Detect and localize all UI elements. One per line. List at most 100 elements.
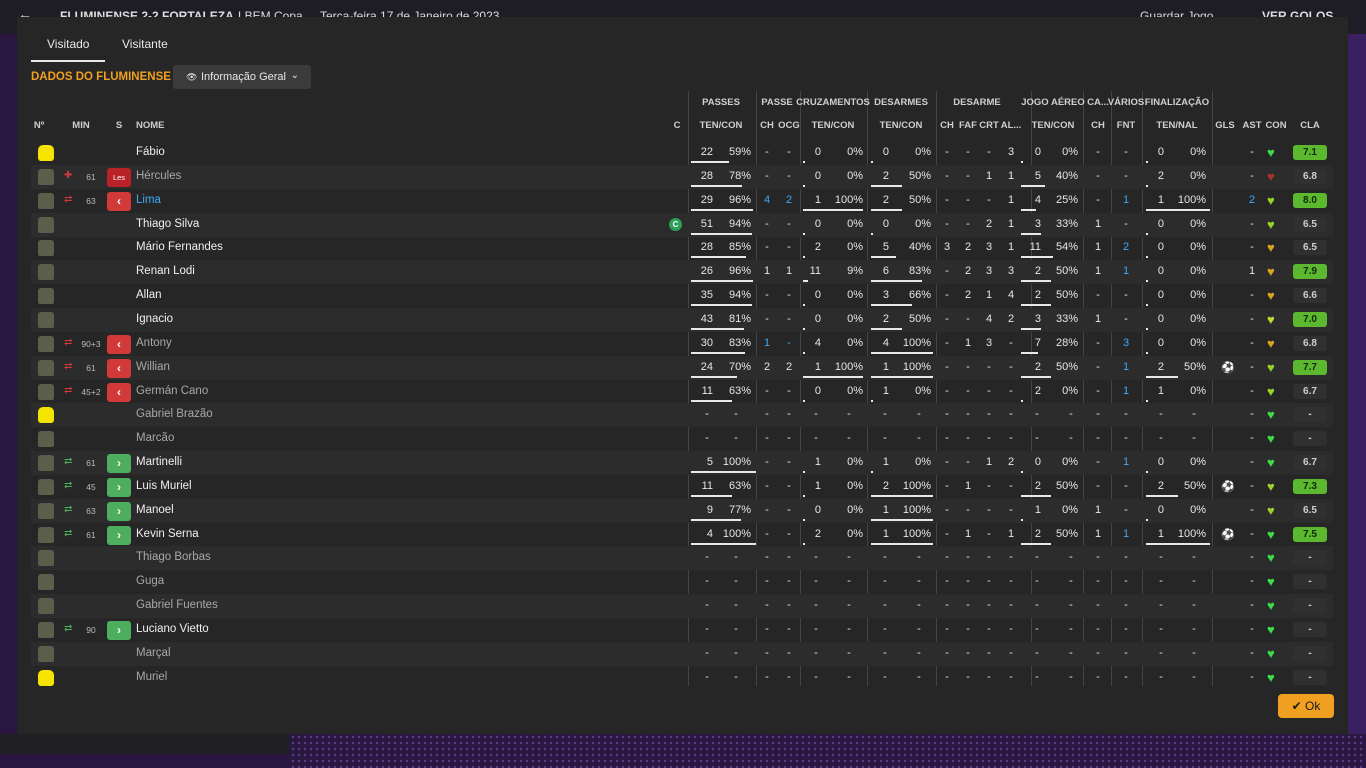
player-name[interactable]: Antony — [136, 337, 172, 349]
tab-away[interactable]: Visitante — [122, 37, 168, 51]
table-row[interactable]: ⇄ 63 ‹ Lima 29 96% 4 2 1 100% 2 50% - - - 1 4 25% - 1 1 100% 2… — [31, 189, 1333, 213]
passes-attempted: 9 — [706, 503, 713, 516]
col-passes-attempted-completed[interactable]: TEN/CON — [700, 120, 743, 131]
player-name[interactable]: Martinelli — [136, 456, 182, 468]
table-row[interactable]: ⇄ 45+2 ‹ Germán Cano 11 63% - -0 0% 1 0% - - - -2 0% -1 1… — [31, 380, 1333, 404]
table-row[interactable]: Muriel - - - - - - - - - - - - - - - - - - - - ♥ — [31, 666, 1333, 690]
aerial-attempted: 2 — [1034, 289, 1041, 302]
player-name[interactable]: Manoel — [136, 504, 174, 516]
shirt-icon — [38, 359, 54, 376]
player-name[interactable]: Luis Muriel — [136, 480, 192, 492]
player-name[interactable]: Hércules — [136, 170, 181, 182]
aerial-attempted: 2 — [1034, 265, 1041, 278]
empty-cell: - — [847, 432, 851, 445]
col-chances-created[interactable]: OCG — [778, 120, 800, 131]
dispossess-al: 1 — [1007, 169, 1015, 182]
player-name[interactable]: Luciano Vietto — [136, 623, 209, 635]
table-row[interactable]: Gabriel Brazão - - - - - - - - - - - - - - - - - - - - ♥ — [31, 403, 1333, 428]
col-faf[interactable]: FAF — [959, 120, 977, 131]
col-key-passes[interactable]: CH — [760, 120, 774, 131]
rating-badge: 6.5 — [1293, 240, 1327, 256]
col-shots-attempted-target[interactable]: TEN/NAL — [1156, 120, 1197, 131]
player-name[interactable]: Thiago Silva — [136, 218, 199, 230]
view-selector-dropdown[interactable]: 👁 Informação Geral ⌄ — [173, 65, 311, 89]
table-row[interactable]: Mário Fernandes 28 85% - -2 0% 5 40% 3 2 3 1 11 54% 1 2… — [31, 236, 1333, 260]
player-name[interactable]: Kevin Serna — [136, 528, 199, 540]
table-row[interactable]: Fábio 22 59% - - 0 0% 0 0% - - - 3 0 0% - - 0 0% - 7.1 ♥ — [31, 141, 1333, 165]
col-al[interactable]: AL... — [1001, 120, 1022, 131]
player-name[interactable]: Willian — [136, 361, 170, 373]
col-fnt[interactable]: FNT — [1117, 120, 1135, 131]
condition-heart-icon: ♥ — [1267, 478, 1275, 494]
table-row[interactable]: ⇄ 61 › Martinelli 5 100% - -1 0% 1 0% - -1 2 0 0% -1 0 0% -… — [31, 451, 1333, 476]
col-sub[interactable]: S — [116, 120, 122, 131]
col-goals[interactable]: GLS — [1215, 120, 1235, 131]
table-row[interactable]: ⇄ 90 › Luciano Vietto - - - - - - - - - - - - - - - - - - - - ♥ — [31, 618, 1333, 642]
col-aerial-attempted-completed[interactable]: TEN/CON — [1032, 120, 1075, 131]
tab-home[interactable]: Visitado — [30, 37, 107, 62]
tackles-attempted: 4 — [882, 336, 889, 349]
dispossess-faf: - — [966, 193, 970, 206]
player-name[interactable]: Muriel — [136, 671, 167, 683]
table-row[interactable]: ⇄ 90+3 ‹ Antony 30 83% 1-4 0% 4 100% -1 3-7 28% -3 0 0%… — [31, 332, 1333, 356]
table-row[interactable]: Thiago Silva C 51 94% - - 0 0% 0 0% - - 2 1 3 33% 1 - 0 0% -… — [31, 212, 1333, 237]
empty-cell: - — [917, 599, 921, 612]
player-name[interactable]: Marçal — [136, 647, 171, 659]
crosses-attempted: 0 — [814, 217, 821, 230]
player-name[interactable]: Allan — [136, 289, 162, 301]
passes-completed-pct: 77% — [728, 503, 751, 516]
aerial-bar — [1021, 399, 1023, 402]
empty-cell: - — [814, 408, 818, 421]
col-ca-ch[interactable]: CH — [1091, 120, 1105, 131]
col-assists[interactable]: AST — [1243, 120, 1262, 131]
table-row[interactable]: ⇄ 63 › Manoel 9 77% - - 0 0% 1 100% - - - - 1 0% 1 - 0 0% - 6.5… — [31, 498, 1333, 523]
tackles-completed-pct: 0% — [915, 217, 931, 230]
table-row[interactable]: ⇄ 61 › Kevin Serna 4 100% - -2 0% 1 100% -1-1 2 50% 1 1… — [31, 523, 1333, 547]
col-minutes[interactable]: MIN — [72, 120, 89, 131]
player-name[interactable]: Thiago Borbas — [136, 551, 211, 563]
player-name[interactable]: Gabriel Fuentes — [136, 599, 218, 611]
table-row[interactable]: Guga - - - - - - - - - - - - - - - - - - - - ♥ — [31, 570, 1333, 594]
col-dispossess-ch[interactable]: CH — [940, 120, 954, 131]
table-row[interactable]: ⇄ 61 ‹ Willian 24 70% 2 2 1 100% 1 100% - - - - 2 50% - 1 2 5… — [31, 355, 1333, 380]
ok-button[interactable]: ✔ Ok — [1278, 694, 1334, 718]
table-row[interactable]: ⇄ 45 › Luis Muriel 11 63% - - 1 0% 2 100% - 1 - - 2 50% - -… — [31, 475, 1333, 499]
player-name[interactable]: Ignacio — [136, 313, 173, 325]
table-row[interactable]: Allan 35 94% - -0 0% 3 66% -2 1 4 2 50% - -0 0% -6.6 ♥ — [31, 284, 1333, 308]
chances-created: 2 — [785, 193, 793, 206]
shots-attempted: 0 — [1157, 146, 1164, 158]
player-name[interactable]: Guga — [136, 575, 164, 587]
col-condition[interactable]: CON — [1265, 120, 1286, 131]
table-row[interactable]: Marcão - - - - - - - - - - - - - - - - - - - - ♥ — [31, 427, 1333, 451]
ca-ch: - — [1096, 360, 1100, 373]
player-name[interactable]: Renan Lodi — [136, 265, 195, 277]
player-name[interactable]: Fábio — [136, 146, 165, 158]
col-tackles-attempted-completed[interactable]: TEN/CON — [880, 120, 923, 131]
table-row[interactable]: ✚ 61 Les Hércules 28 78% - - 0 0% 2 50% - - 1 1 5 40% - - 2 0… — [31, 164, 1333, 189]
rating-badge: - — [1293, 645, 1327, 661]
player-name[interactable]: Lima — [136, 194, 161, 206]
col-rating[interactable]: CLA — [1300, 120, 1320, 131]
table-row[interactable]: Marçal - - - - - - - - - - - - - - - - - - - - ♥ — [31, 641, 1333, 666]
col-captain[interactable]: C — [674, 120, 681, 131]
passes-bar — [691, 161, 729, 163]
player-name[interactable]: Mário Fernandes — [136, 241, 223, 253]
key-passes: 1 — [763, 265, 771, 278]
subbed-on-icon: › — [107, 621, 131, 640]
table-row[interactable]: Gabriel Fuentes - - - - - - - - - - - - - - - - - - - - ♥ — [31, 594, 1333, 619]
shirt-icon — [38, 311, 54, 328]
col-crosses-attempted-completed[interactable]: TEN/CON — [812, 120, 855, 131]
player-name[interactable]: Gabriel Brazão — [136, 408, 213, 420]
table-row[interactable]: Thiago Borbas - - - - - - - - - - - - - - - - - - - - ♥ — [31, 546, 1333, 571]
col-crt[interactable]: CRT — [979, 120, 999, 131]
tackles-attempted: 3 — [882, 289, 889, 302]
col-number[interactable]: Nº — [34, 120, 44, 131]
ca-ch: - — [1096, 146, 1100, 158]
table-row[interactable]: Ignacio 43 81% - - 0 0% 2 50% - - 4 2 3 33% 1 - 0 0% - 7.0 ♥ — [31, 307, 1333, 332]
table-row[interactable]: Renan Lodi 26 96% 1 1 11 9% 6 83% -2 3 3 2 50% 1 1 0 0% 1 7… — [31, 260, 1333, 285]
col-name[interactable]: NOME — [136, 120, 165, 131]
condition-heart-icon: ♥ — [1267, 550, 1275, 566]
passes-completed-pct: 81% — [728, 312, 751, 325]
player-name[interactable]: Marcão — [136, 432, 174, 444]
player-name[interactable]: Germán Cano — [136, 385, 208, 397]
